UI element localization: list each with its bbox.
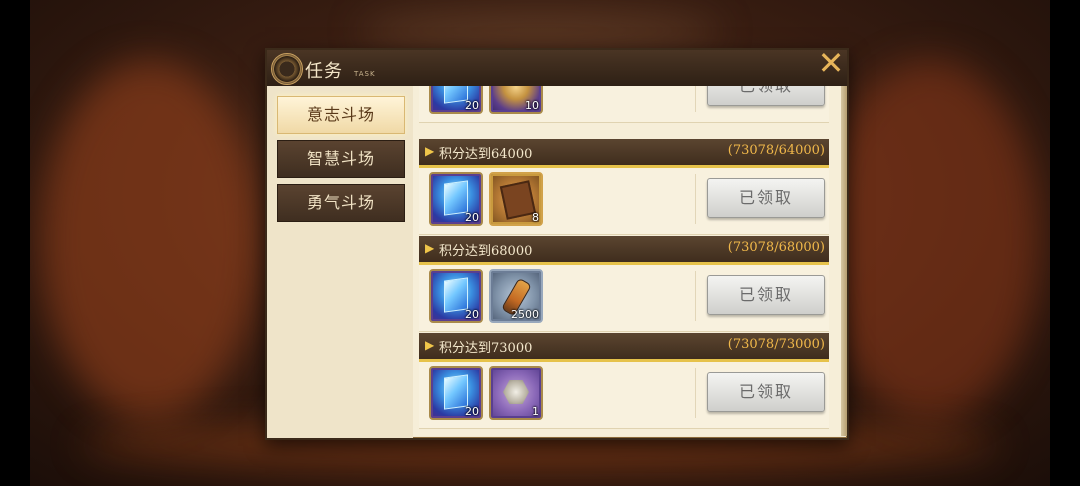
task-header: ▶ 积分达到73000 (73078/73000) (419, 333, 829, 362)
reward-quantity: 2500 (511, 308, 539, 321)
book-icon[interactable]: 8 (489, 172, 543, 226)
triangle-icon: ▶ (425, 241, 435, 255)
task-row: 20 2500 已领取 (419, 265, 829, 332)
task-title: 积分达到73000 (439, 341, 533, 356)
row-divider (695, 368, 696, 418)
task-header: ▶ 积分达到68000 (73078/68000) (419, 236, 829, 265)
background-blur-left (40, 60, 260, 420)
task-header: ▶ 积分达到64000 (73078/64000) (419, 139, 829, 168)
reward-quantity: 20 (465, 405, 479, 418)
compass-icon[interactable]: 10 (489, 86, 543, 114)
stone-icon[interactable]: 1 (489, 366, 543, 420)
task-row: 20 8 已领取 (419, 168, 829, 235)
reward-quantity: 20 (465, 99, 479, 112)
crystal-icon[interactable]: 20 (429, 269, 483, 323)
task-progress: (73078/73000) (727, 337, 825, 352)
sidebar: 意志斗场 智慧斗场 勇气斗场 (267, 86, 413, 438)
screen-edge-left (0, 0, 30, 486)
task-progress: (73078/68000) (727, 240, 825, 255)
task-title: 积分达到68000 (439, 244, 533, 259)
crystal-icon[interactable]: 20 (429, 172, 483, 226)
row-divider (695, 271, 696, 321)
claimed-button[interactable]: 已领取 (707, 86, 825, 106)
background-blur-right (820, 60, 1040, 420)
crystal-icon[interactable]: 20 (429, 366, 483, 420)
reward-quantity: 20 (465, 211, 479, 224)
panel-title: 任务 (305, 61, 343, 82)
claimed-button[interactable]: 已领取 (707, 178, 825, 218)
potion-icon[interactable]: 2500 (489, 269, 543, 323)
task-title: 积分达到64000 (439, 147, 533, 162)
list-scroll-edge (841, 86, 847, 436)
panel-titlebar: 任务 TASK (267, 50, 847, 87)
task-panel: 任务 TASK 意志斗场 智慧斗场 勇气斗场 20 10 已领取 ▶ 积分达到6… (265, 48, 849, 440)
claimed-button[interactable]: 已领取 (707, 275, 825, 315)
screen-edge-right (1050, 0, 1080, 486)
tab-wisdom-arena[interactable]: 智慧斗场 (277, 140, 405, 178)
task-row: 20 10 已领取 (419, 86, 829, 123)
reward-quantity: 10 (525, 99, 539, 112)
background-blur-top (360, 10, 720, 50)
row-divider (695, 86, 696, 112)
row-divider (695, 174, 696, 224)
close-icon[interactable]: ✕ (816, 47, 846, 79)
panel-subtitle: TASK (354, 70, 376, 78)
tab-courage-arena[interactable]: 勇气斗场 (277, 184, 405, 222)
tab-will-arena[interactable]: 意志斗场 (277, 96, 405, 134)
task-list[interactable]: 20 10 已领取 ▶ 积分达到64000 (73078/64000) 20 8… (413, 86, 843, 436)
reward-quantity: 8 (532, 211, 539, 224)
reward-quantity: 1 (532, 405, 539, 418)
triangle-icon: ▶ (425, 338, 435, 352)
task-progress: (73078/64000) (727, 143, 825, 158)
claimed-button[interactable]: 已领取 (707, 372, 825, 412)
task-row: 20 1 已领取 (419, 362, 829, 429)
crystal-icon[interactable]: 20 (429, 86, 483, 114)
reward-quantity: 20 (465, 308, 479, 321)
emblem-icon (271, 53, 303, 85)
triangle-icon: ▶ (425, 144, 435, 158)
